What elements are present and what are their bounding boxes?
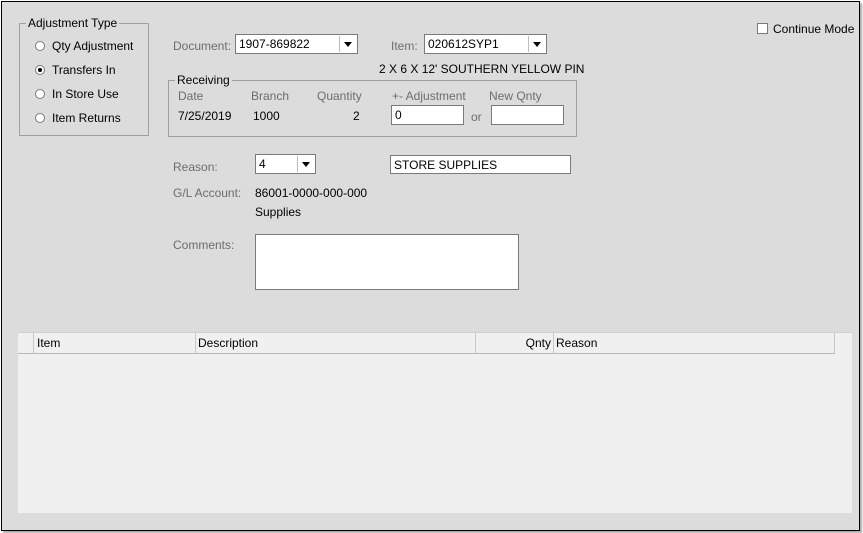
- grid-col-qnty[interactable]: Qnty: [476, 333, 554, 353]
- receiving-new-qnty-header: New Qnty: [489, 89, 542, 103]
- radio-in-store-use-label: In Store Use: [52, 87, 119, 101]
- radio-icon: [35, 41, 45, 51]
- adjustment-type-legend: Adjustment Type: [28, 16, 118, 30]
- receiving-quantity-header: Quantity: [317, 89, 362, 103]
- reason-dropdown-button[interactable]: [297, 156, 314, 172]
- grid-row-header-cell: [18, 333, 34, 353]
- comments-label: Comments:: [173, 238, 235, 252]
- radio-qty-adjustment[interactable]: Qty Adjustment: [35, 39, 133, 53]
- receiving-date-header: Date: [178, 89, 204, 103]
- gl-account-value: 86001-0000-000-000: [255, 186, 368, 200]
- grid-col-description[interactable]: Description: [196, 333, 476, 353]
- continue-mode-checkbox[interactable]: [757, 23, 768, 34]
- adjustment-input[interactable]: 0: [391, 105, 464, 125]
- gl-account-name: Supplies: [255, 205, 302, 219]
- radio-qty-adjustment-label: Qty Adjustment: [52, 39, 134, 53]
- item-value: 020612SYP1: [428, 37, 499, 51]
- new-qnty-input[interactable]: [491, 105, 564, 125]
- document-label: Document:: [173, 39, 232, 53]
- adjustment-window: Adjustment Type Qty Adjustment Transfers…: [1, 1, 860, 531]
- radio-icon: [35, 113, 45, 123]
- reason-code-value: 4: [259, 157, 266, 171]
- gl-account-label: G/L Account:: [173, 186, 242, 200]
- document-combo[interactable]: 1907-869822: [235, 34, 358, 54]
- grid-col-reason[interactable]: Reason: [554, 333, 835, 353]
- chevron-down-icon: [533, 41, 541, 47]
- receiving-adjustment-header: +- Adjustment: [392, 89, 466, 103]
- or-label: or: [471, 110, 482, 124]
- grid-header: Item Description Qnty Reason: [18, 333, 835, 354]
- reason-description-value: STORE SUPPLIES: [394, 158, 498, 172]
- adjustments-grid[interactable]: Item Description Qnty Reason: [18, 332, 852, 513]
- chevron-down-icon: [344, 41, 352, 47]
- receiving-branch-header: Branch: [251, 89, 290, 103]
- radio-in-store-use[interactable]: In Store Use: [35, 87, 119, 101]
- reason-label: Reason:: [173, 160, 218, 174]
- continue-mode-label: Continue Mode: [773, 22, 855, 36]
- comments-textarea[interactable]: [255, 234, 519, 290]
- receiving-branch-value: 1000: [253, 109, 280, 123]
- item-label: Item:: [391, 39, 418, 53]
- document-value: 1907-869822: [239, 37, 310, 51]
- receiving-quantity-value: 2: [353, 109, 360, 123]
- grid-col-item[interactable]: Item: [34, 333, 196, 353]
- reason-description-field[interactable]: STORE SUPPLIES: [390, 155, 571, 174]
- document-dropdown-button[interactable]: [339, 36, 356, 52]
- item-dropdown-button[interactable]: [528, 36, 545, 52]
- adjustment-input-value: 0: [395, 108, 402, 122]
- chevron-down-icon: [302, 161, 310, 167]
- receiving-date-value: 7/25/2019: [178, 109, 232, 123]
- receiving-legend: Receiving: [177, 73, 230, 87]
- radio-selected-icon: [35, 65, 45, 75]
- reason-combo[interactable]: 4: [255, 154, 316, 174]
- radio-item-returns[interactable]: Item Returns: [35, 111, 121, 125]
- radio-transfers-in[interactable]: Transfers In: [35, 63, 116, 77]
- radio-icon: [35, 89, 45, 99]
- radio-item-returns-label: Item Returns: [52, 111, 121, 125]
- radio-transfers-in-label: Transfers In: [52, 63, 116, 77]
- item-combo[interactable]: 020612SYP1: [424, 34, 547, 54]
